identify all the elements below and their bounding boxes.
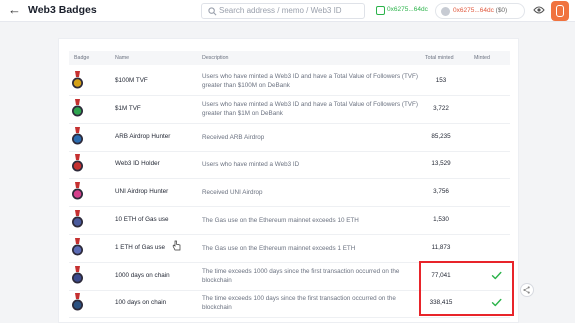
column-name: Name xyxy=(115,55,130,61)
share-button[interactable] xyxy=(520,283,534,297)
table-row[interactable]: $1M TVF Users who have minted a Web3 ID a… xyxy=(69,95,510,124)
badge-description: Users who have minted a Web3 ID and have… xyxy=(202,100,418,117)
badge-description: Received UNI Airdrop xyxy=(202,189,263,197)
table-row[interactable]: 10 ETH of Gas use The Gas use on the Ethe… xyxy=(69,206,510,235)
arrow-left-icon[interactable]: ← xyxy=(8,3,22,17)
column-badge: Badge xyxy=(74,55,90,61)
top-bar: ← Web3 Badges Search address / memo / We… xyxy=(0,0,575,22)
total-minted-value: 11,873 xyxy=(431,243,451,251)
badge-medal-icon xyxy=(72,210,83,228)
total-minted-value: 153 xyxy=(435,77,447,84)
badge-name: 10 ETH of Gas use xyxy=(115,216,169,223)
table-row[interactable]: 1 ETH of Gas use The Gas use on the Ether… xyxy=(69,234,510,263)
wallet-button[interactable]: 0x6275...64dc xyxy=(374,3,428,19)
eye-icon[interactable] xyxy=(533,5,545,15)
wallet-address: 0x6275...64dc xyxy=(387,6,428,13)
total-minted-value: 1,530 xyxy=(433,216,449,223)
badge-description: The Gas use on the Ethereum mainnet exce… xyxy=(202,217,359,224)
badge-name: $100M TVF xyxy=(115,77,148,84)
table-row[interactable]: Web3 ID Holder Users who have minted a We… xyxy=(69,150,510,180)
badge-name: $1M TVF xyxy=(115,104,141,112)
badge-description: Received ARB Airdrop xyxy=(202,133,265,141)
badge-medal-icon xyxy=(72,126,83,145)
search-input[interactable]: Search address / memo / Web3 ID xyxy=(201,3,365,19)
badge-description: Users who have minted a Web3 ID and have… xyxy=(202,73,418,89)
badge-name: 1 ETH of Gas use xyxy=(115,243,166,251)
column-minted: Minted xyxy=(474,55,490,61)
badge-description: The time exceeds 1000 days since the fir… xyxy=(202,267,400,284)
phone-icon xyxy=(556,5,564,17)
avatar[interactable] xyxy=(551,1,569,21)
search-icon xyxy=(208,7,217,16)
badge-name: Web3 ID Holder xyxy=(115,160,160,168)
badge-description: The Gas use on the Ethereum mainnet exce… xyxy=(202,244,356,252)
badge-medal-icon xyxy=(72,98,83,117)
highlight-box xyxy=(419,261,514,316)
share-icon xyxy=(523,286,530,294)
badge-medal-icon xyxy=(72,71,83,89)
badge-medal-icon xyxy=(72,265,83,284)
table-header: Badge Name Description Total minted Mint… xyxy=(69,51,510,65)
column-total-minted: Total minted xyxy=(425,55,454,61)
search-placeholder: Search address / memo / Web3 ID xyxy=(219,6,342,15)
badge-medal-icon xyxy=(72,182,83,200)
table-row[interactable]: ARB Airdrop Hunter Received ARB Airdrop 85… xyxy=(69,123,510,152)
table-row[interactable]: UNI Airdrop Hunter Received UNI Airdrop 3,… xyxy=(69,178,510,208)
account-address: 0x6275...64dc ($0) xyxy=(453,7,508,14)
wallet-icon xyxy=(376,6,385,15)
badge-description: The time exceeds 100 days since the firs… xyxy=(202,295,396,312)
total-minted-value: 3,722 xyxy=(433,104,449,112)
badge-name: 100 days on chain xyxy=(115,299,167,307)
badge-medal-icon xyxy=(72,237,83,256)
badge-name: ARB Airdrop Hunter xyxy=(115,132,171,140)
total-minted-value: 85,235 xyxy=(431,132,451,140)
badge-name: UNI Airdrop Hunter xyxy=(115,188,169,196)
column-description: Description xyxy=(202,55,229,61)
hand-cursor-icon xyxy=(172,240,181,251)
badge-name: 1000 days on chain xyxy=(115,271,170,279)
page-title: Web3 Badges xyxy=(28,4,97,16)
table-row[interactable]: $100M TVF Users who have minted a Web3 ID… xyxy=(69,67,510,96)
total-minted-value: 3,756 xyxy=(433,188,449,196)
account-balance: ($0) xyxy=(495,7,508,14)
badge-description: Users who have minted a Web3 ID xyxy=(202,161,300,169)
account-button[interactable]: 0x6275...64dc ($0) xyxy=(435,3,525,19)
total-minted-value: 13,529 xyxy=(431,160,451,168)
badge-medal-icon xyxy=(72,293,83,311)
badge-medal-icon xyxy=(72,154,83,172)
account-dot-icon xyxy=(441,7,450,16)
